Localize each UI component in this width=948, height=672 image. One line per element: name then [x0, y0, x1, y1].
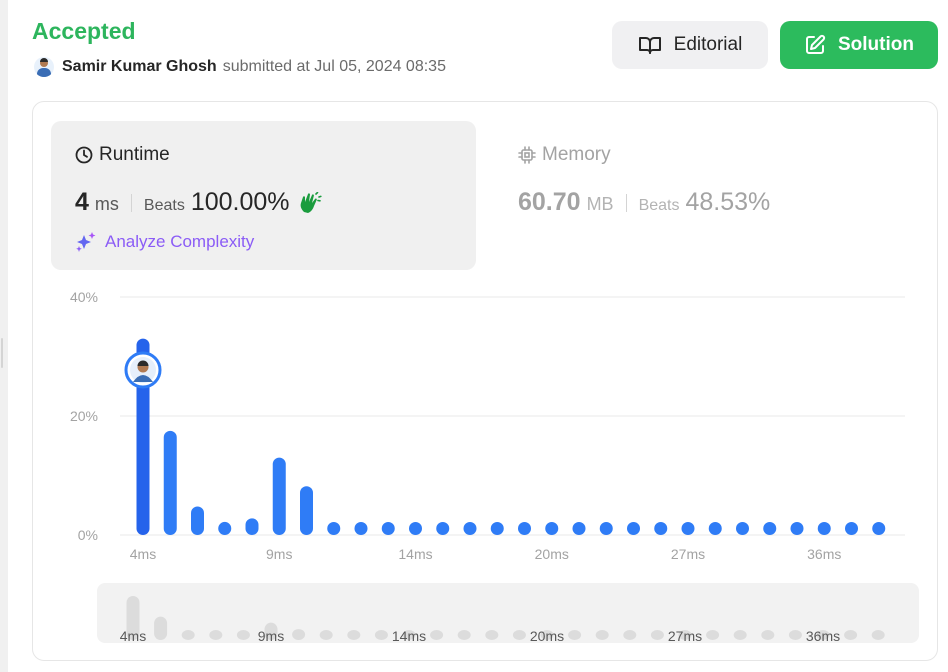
navigator-tick-label: 14ms: [392, 628, 426, 644]
chart-bar: [736, 522, 749, 535]
navigator-tick-label: 36ms: [806, 628, 840, 644]
navigator-tick-label: 4ms: [120, 628, 146, 644]
chart-bar: [218, 521, 232, 535]
navigator-tick-label: 27ms: [668, 628, 702, 644]
chart-bar: [163, 430, 177, 535]
chart-bar: [599, 522, 613, 535]
chart-bar: [518, 522, 531, 535]
chart-bar: [327, 522, 341, 535]
navigator-tick-label: 20ms: [530, 628, 564, 644]
navigator-bar: [844, 630, 858, 640]
navigator-bar: [374, 630, 388, 640]
navigator-bar: [485, 630, 499, 640]
x-tick-label: 27ms: [671, 546, 705, 562]
y-tick-label: 20%: [70, 408, 98, 424]
chart-bar: [490, 522, 504, 535]
navigator-bar: [788, 630, 802, 640]
navigator-bar: [347, 630, 361, 640]
x-tick-label: 20ms: [535, 546, 569, 562]
navigator-bar: [154, 616, 168, 640]
navigator-bar: [761, 630, 775, 640]
chart-bar: [681, 522, 695, 535]
chart-bar: [245, 518, 259, 535]
navigator-bar: [623, 630, 637, 640]
y-tick-label: 0%: [78, 527, 98, 543]
navigator-bar: [512, 630, 526, 640]
chart-bar: [409, 522, 422, 535]
navigator-bar: [650, 630, 664, 640]
navigator-bar: [209, 630, 223, 640]
chart-bar: [272, 457, 286, 535]
navigator-bar: [236, 630, 250, 640]
navigator-bar: [733, 630, 747, 640]
chart-bar: [872, 522, 886, 535]
navigator-tick-label: 9ms: [258, 628, 284, 644]
chart-bar: [763, 522, 777, 535]
x-tick-label: 14ms: [398, 546, 432, 562]
chart-bar: [300, 486, 313, 535]
chart-bar: [654, 522, 668, 535]
x-tick-label: 4ms: [130, 546, 156, 562]
navigator-bar: [871, 630, 885, 640]
chart-bar: [845, 522, 858, 535]
navigator-bar: [595, 630, 609, 640]
chart-bar: [790, 522, 804, 535]
chart-bar: [572, 522, 586, 535]
navigator-bar: [457, 630, 471, 640]
y-tick-label: 40%: [70, 289, 98, 305]
navigator-bar: [568, 630, 582, 640]
navigator-bar: [430, 630, 444, 640]
chart-bar: [545, 522, 559, 535]
chart-bar: [381, 522, 395, 535]
chart-bar: [463, 522, 477, 535]
chart-bar: [354, 522, 368, 535]
x-tick-label: 36ms: [807, 546, 841, 562]
navigator-bar: [319, 630, 333, 640]
navigator-bar: [181, 630, 195, 640]
chart-bar: [817, 522, 831, 535]
chart-bar: [627, 522, 640, 535]
chart-bar: [191, 506, 204, 535]
navigator-bar: [292, 629, 306, 640]
x-tick-label: 9ms: [266, 546, 292, 562]
chart-bar: [436, 522, 450, 535]
chart-bar: [708, 522, 722, 535]
navigator-bar: [706, 630, 720, 640]
runtime-distribution-chart[interactable]: 40% 20% 0% 4ms 9ms 14ms 20ms 27ms 36ms 4ms 9ms 14ms…: [0, 0, 948, 672]
